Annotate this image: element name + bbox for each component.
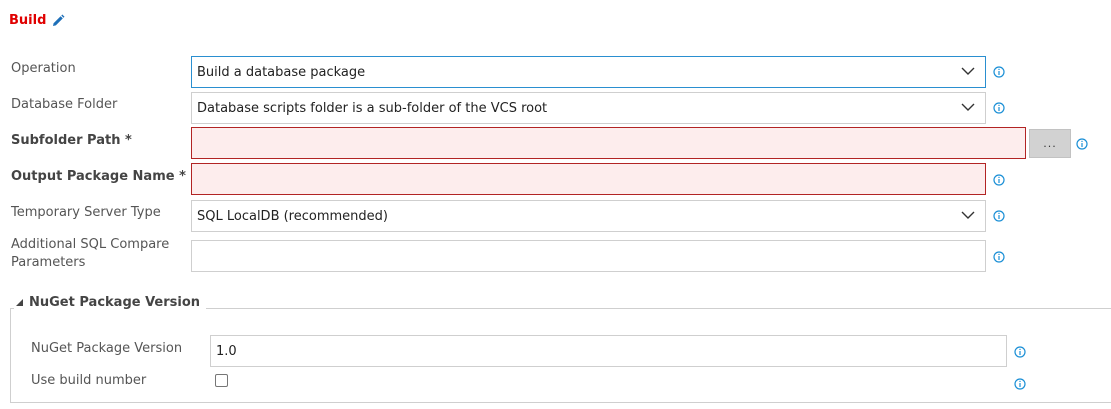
nuget-version-input[interactable]: 1.0	[210, 335, 1007, 367]
info-icon[interactable]	[993, 66, 1005, 78]
temp-server-type-value: SQL LocalDB (recommended)	[197, 208, 388, 224]
chevron-down-icon	[961, 103, 975, 111]
use-build-number-checkbox[interactable]	[215, 374, 228, 387]
temp-server-type-select[interactable]: SQL LocalDB (recommended)	[191, 200, 986, 232]
additional-params-label-line1: Additional SQL Compare	[11, 237, 170, 252]
operation-value: Build a database package	[197, 64, 366, 80]
database-folder-select[interactable]: Database scripts folder is a sub-folder …	[191, 92, 986, 124]
temp-server-type-label: Temporary Server Type	[11, 205, 161, 220]
info-icon[interactable]	[1014, 378, 1026, 390]
operation-select[interactable]: Build a database package	[191, 56, 986, 88]
section-title-text: Build	[9, 13, 47, 28]
database-folder-label: Database Folder	[11, 97, 118, 112]
section-title: Build	[9, 13, 65, 28]
nuget-group-legend[interactable]: NuGet Package Version	[14, 295, 207, 310]
database-folder-value: Database scripts folder is a sub-folder …	[197, 100, 548, 116]
pencil-icon[interactable]	[51, 14, 65, 28]
info-icon[interactable]	[1014, 346, 1026, 358]
output-package-name-label: Output Package Name *	[11, 169, 186, 184]
output-package-name-input[interactable]	[191, 163, 986, 195]
additional-params-label: Additional SQL Compare Parameters	[11, 236, 169, 272]
info-icon[interactable]	[993, 102, 1005, 114]
subfolder-path-label: Subfolder Path *	[11, 133, 132, 148]
nuget-version-label: NuGet Package Version	[31, 341, 183, 356]
nuget-group-title: NuGet Package Version	[29, 295, 201, 310]
browse-button[interactable]: ...	[1029, 129, 1071, 158]
chevron-down-icon	[961, 67, 975, 75]
info-icon[interactable]	[1076, 138, 1088, 150]
subfolder-path-input[interactable]	[191, 127, 1026, 159]
operation-label: Operation	[11, 61, 76, 76]
additional-params-label-line2: Parameters	[11, 255, 86, 270]
additional-params-input[interactable]	[191, 240, 986, 272]
nuget-version-value: 1.0	[216, 343, 237, 359]
use-build-number-label: Use build number	[31, 373, 147, 388]
info-icon[interactable]	[993, 251, 1005, 263]
collapse-triangle-icon[interactable]	[16, 299, 23, 306]
info-icon[interactable]	[993, 174, 1005, 186]
chevron-down-icon	[961, 211, 975, 219]
info-icon[interactable]	[993, 210, 1005, 222]
